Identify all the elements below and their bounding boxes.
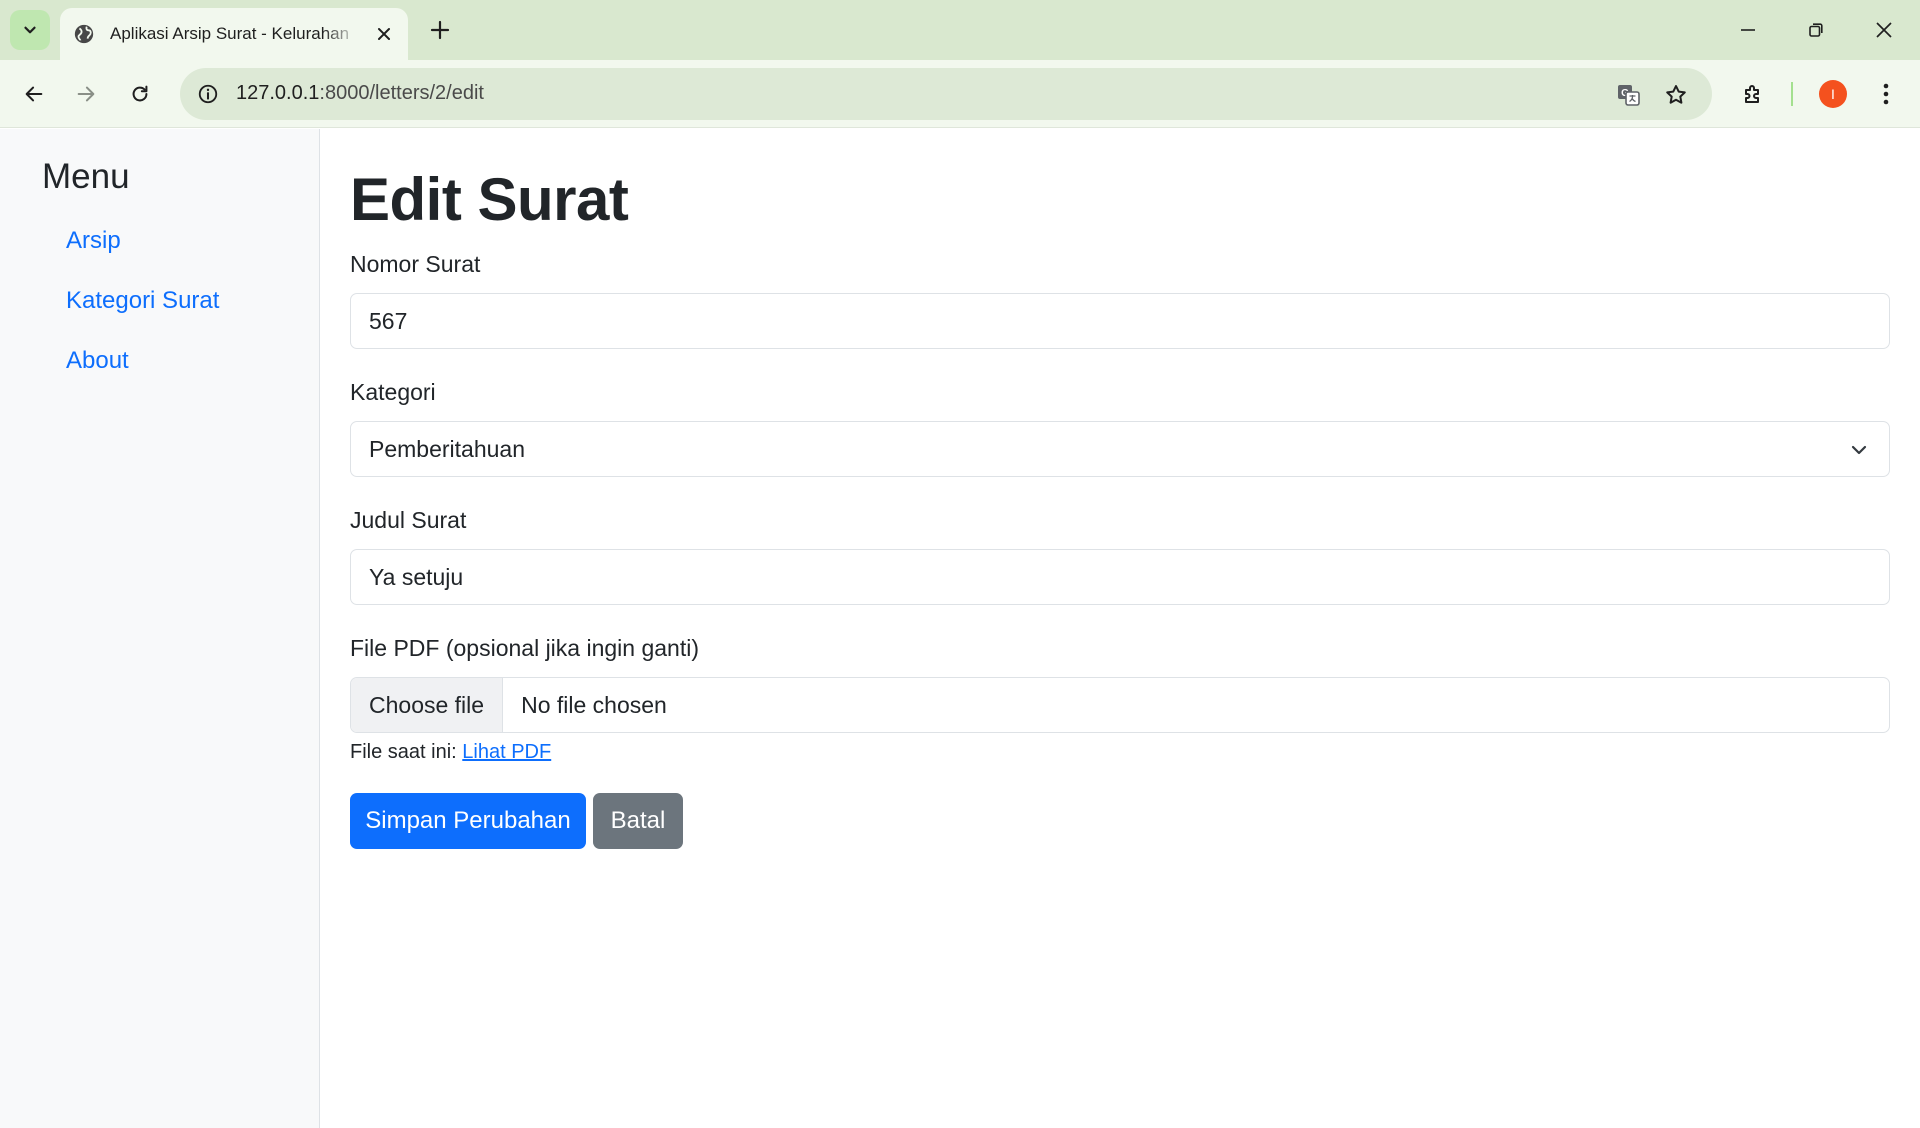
kebab-menu-icon[interactable] [1866,74,1906,114]
chevron-down-icon [1851,445,1867,455]
sidebar: Menu Arsip Kategori Surat About [0,129,320,1128]
url-path: :8000/letters/2/edit [319,82,484,104]
current-file-info: File saat ini: Lihat PDF [350,741,551,764]
translate-icon[interactable]: G [1614,80,1644,110]
kategori-selected-value: Pemberitahuan [369,435,525,462]
sidebar-item-arsip[interactable]: Arsip [66,227,121,255]
address-bar[interactable]: 127.0.0.1:8000/letters/2/edit G [180,68,1712,120]
tab-search-button[interactable] [10,10,50,50]
choose-file-button[interactable]: Choose file [351,678,504,732]
globe-icon [72,22,96,46]
file-pdf-label: File PDF (opsional jika ingin ganti) [350,635,699,661]
restore-icon[interactable] [1792,10,1840,50]
cancel-button[interactable]: Batal [593,793,683,849]
sidebar-item-kategori-surat[interactable]: Kategori Surat [66,287,219,315]
nomor-surat-label: Nomor Surat [350,251,481,277]
new-tab-icon[interactable] [424,14,456,46]
current-file-prefix: File saat ini: [350,741,457,763]
save-changes-button[interactable]: Simpan Perubahan [350,793,586,849]
kategori-select[interactable]: Pemberitahuan [350,421,1890,477]
forward-icon[interactable] [66,74,106,114]
nomor-surat-value: 567 [369,307,408,334]
page-title: Edit Surat [350,166,629,233]
file-pdf-input[interactable]: Choose file No file chosen [350,677,1890,733]
judul-surat-input[interactable]: Ya setuju [350,549,1890,605]
window-close-icon[interactable] [1860,10,1908,50]
profile-avatar[interactable]: I [1819,80,1847,108]
extensions-icon[interactable] [1733,74,1773,114]
url-text: 127.0.0.1:8000/letters/2/edit [236,82,484,105]
kategori-label: Kategori [350,379,436,405]
browser-tab-active[interactable]: Aplikasi Arsip Surat - Kelurahan [60,8,408,60]
nomor-surat-input[interactable]: 567 [350,293,1890,349]
browser-tabbar: Aplikasi Arsip Surat - Kelurahan [0,0,1920,60]
browser-toolbar: 127.0.0.1:8000/letters/2/edit G I [0,60,1920,128]
judul-surat-value: Ya setuju [369,563,464,590]
toolbar-divider [1791,82,1793,106]
file-status-text: No file chosen [521,691,667,718]
sidebar-title: Menu [42,157,130,196]
bookmark-star-icon[interactable] [1661,80,1691,110]
site-info-icon[interactable] [194,80,222,108]
tab-close-icon[interactable] [372,22,396,46]
url-host: 127.0.0.1 [236,82,320,104]
back-icon[interactable] [14,74,54,114]
tab-title: Aplikasi Arsip Surat - Kelurahan [110,24,350,43]
view-pdf-link[interactable]: Lihat PDF [462,741,551,763]
judul-surat-label: Judul Surat [350,507,467,533]
chevron-down-icon [24,26,36,34]
minimize-icon[interactable] [1724,10,1772,50]
reload-icon[interactable] [120,74,160,114]
sidebar-item-about[interactable]: About [66,347,129,375]
